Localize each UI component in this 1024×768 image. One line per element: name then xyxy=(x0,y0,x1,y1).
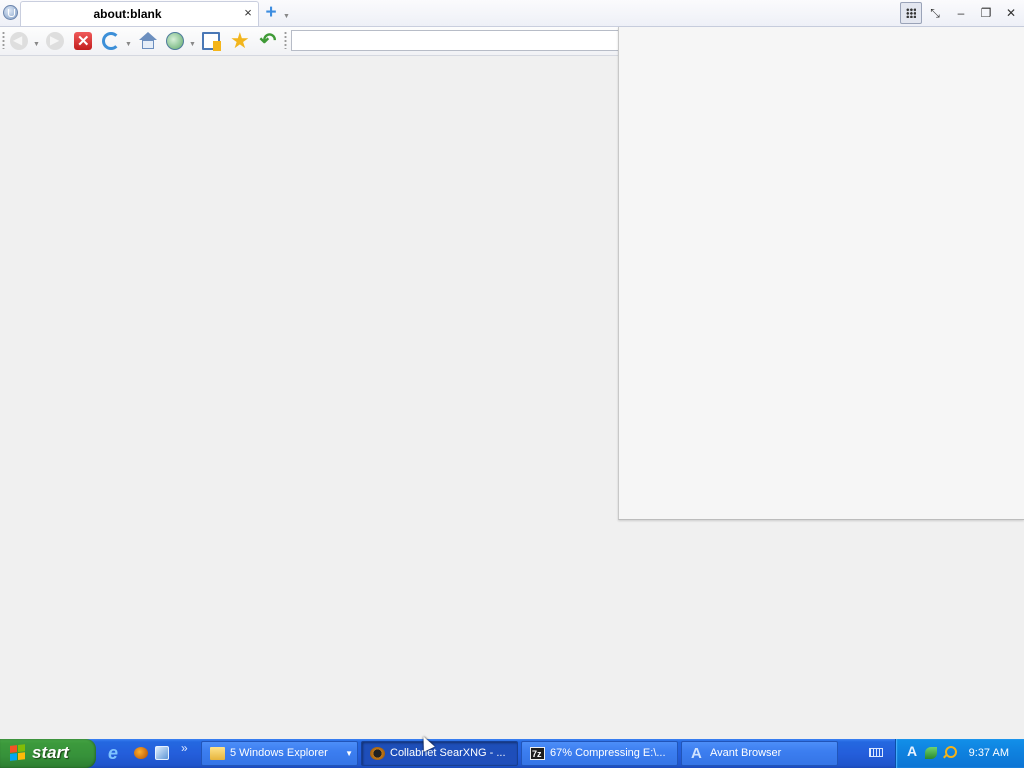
undo-icon xyxy=(259,32,277,50)
task-collabnet-searxng[interactable]: Collabnet SearXNG - ... xyxy=(361,741,518,766)
ie-alt-icon[interactable] xyxy=(154,744,172,762)
back-button[interactable] xyxy=(8,30,30,52)
refresh-dropdown-icon[interactable]: ▼ xyxy=(125,41,132,48)
7zip-icon xyxy=(530,743,545,765)
notes-button[interactable] xyxy=(200,30,222,52)
task-label: Collabnet SearXNG - ... xyxy=(390,747,506,759)
navigation-toolbar: ▼ ▼ ▼ xyxy=(0,27,618,56)
forward-button[interactable] xyxy=(44,30,66,52)
green-leaf-tray-icon[interactable] xyxy=(924,746,938,760)
resize-icon[interactable]: ⤡ xyxy=(924,2,946,24)
folder-icon xyxy=(210,747,225,760)
favorites-star-icon xyxy=(230,32,248,50)
web-button[interactable] xyxy=(164,30,186,52)
close-button[interactable]: ✕ xyxy=(1000,2,1022,24)
blank-popup-panel[interactable] xyxy=(618,27,1024,520)
windows-logo-icon xyxy=(10,744,26,762)
system-tray: 9:37 AM xyxy=(895,739,1024,768)
forward-icon xyxy=(46,32,64,50)
task-avant-browser[interactable]: Avant Browser xyxy=(681,741,838,766)
new-tab-dropdown-icon[interactable]: ▼ xyxy=(283,13,290,20)
avant-icon xyxy=(690,742,705,765)
browser-quicklaunch-icon[interactable] xyxy=(132,744,150,762)
start-button[interactable]: start xyxy=(0,739,96,768)
back-icon xyxy=(10,32,28,50)
avant-browser-icon[interactable] xyxy=(3,5,18,20)
keyboard-icon[interactable] xyxy=(869,748,883,757)
refresh-icon xyxy=(102,32,120,50)
back-dropdown-icon[interactable]: ▼ xyxy=(33,41,40,48)
tab-about-blank[interactable]: about:blank × xyxy=(20,1,259,26)
chevron-down-icon: ▼ xyxy=(345,749,353,758)
new-tab-icon[interactable]: + xyxy=(263,3,279,22)
page-content-area[interactable] xyxy=(0,56,618,739)
avant-tray-icon[interactable] xyxy=(906,743,920,760)
stop-icon xyxy=(74,32,92,50)
search-tray-icon[interactable] xyxy=(942,746,957,760)
tab-title: about:blank xyxy=(93,7,162,21)
bug-icon xyxy=(370,747,385,760)
address-bar-input[interactable] xyxy=(291,30,618,51)
home-button[interactable] xyxy=(137,30,159,52)
tab-strip: about:blank × + ▼ ⤡ – ❐ ✕ xyxy=(0,0,1024,27)
quick-launch-more-icon[interactable]: » xyxy=(181,741,199,759)
task-7zip-compressing[interactable]: 67% Compressing E:\... xyxy=(521,741,678,766)
favorites-button[interactable] xyxy=(228,30,250,52)
toolbar-grip[interactable] xyxy=(2,31,5,49)
minimize-button[interactable]: – xyxy=(950,2,972,24)
task-label: 67% Compressing E:\... xyxy=(550,747,666,759)
windows-taskbar: start » 5 Windows Explorer ▼ Collabnet S… xyxy=(0,739,1024,768)
home-icon xyxy=(139,32,157,50)
toolbar-grip-2[interactable] xyxy=(284,31,287,49)
task-label: 5 Windows Explorer xyxy=(230,747,328,759)
tile-view-icon[interactable] xyxy=(900,2,922,24)
start-label: start xyxy=(32,743,69,762)
stop-button[interactable] xyxy=(72,30,94,52)
undo-close-button[interactable] xyxy=(257,30,279,52)
task-label: Avant Browser xyxy=(710,747,782,759)
internet-explorer-icon[interactable] xyxy=(108,744,126,762)
clock[interactable]: 9:37 AM xyxy=(969,739,1009,768)
web-icon xyxy=(166,32,184,50)
refresh-button[interactable] xyxy=(100,30,122,52)
notes-icon xyxy=(202,32,221,51)
task-windows-explorer[interactable]: 5 Windows Explorer ▼ xyxy=(201,741,358,766)
tab-close-icon[interactable]: × xyxy=(241,6,255,20)
restore-button[interactable]: ❐ xyxy=(975,2,997,24)
web-dropdown-icon[interactable]: ▼ xyxy=(189,41,196,48)
